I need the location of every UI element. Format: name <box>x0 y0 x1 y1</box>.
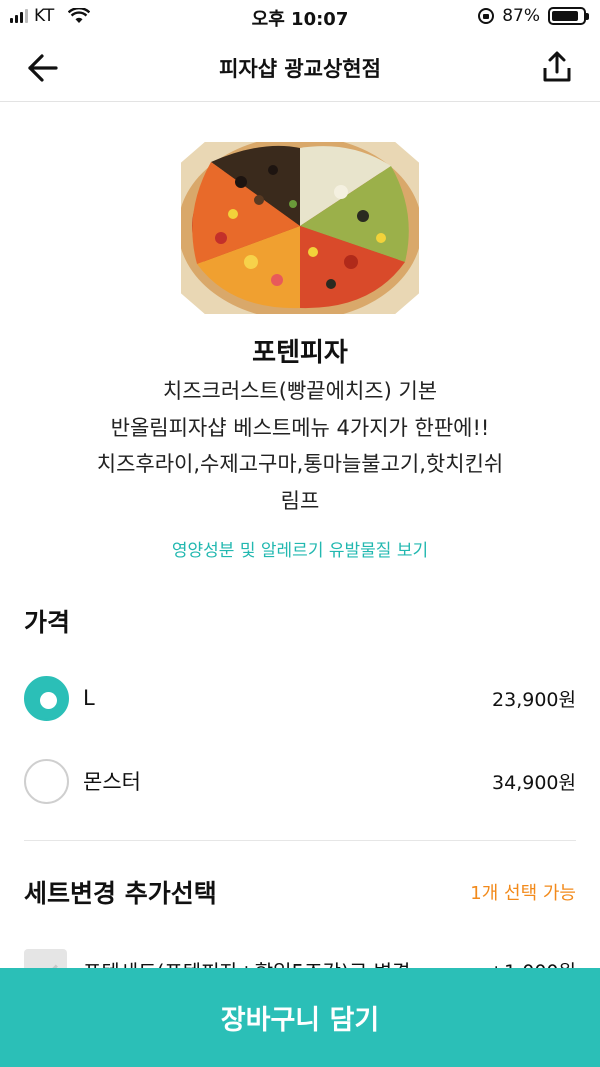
radio-selected[interactable] <box>24 675 69 721</box>
section-divider <box>24 840 576 841</box>
add-to-cart-button[interactable]: 장바구니 담기 <box>0 968 600 1067</box>
option-price: 23,900원 <box>492 688 576 711</box>
product-image <box>181 142 419 314</box>
share-upload-icon[interactable] <box>542 50 572 84</box>
option-label: L <box>83 686 95 710</box>
pizza-image <box>181 142 419 314</box>
description-line: 반올림피자샵 베스트메뉴 4가지가 한판에!! <box>110 415 490 440</box>
description-line: 치즈후라이,수제고구마,통마늘불고기,핫치킨쉬 <box>96 452 504 476</box>
battery-icon <box>548 7 589 25</box>
product-description: 치즈크러스트(빵끝에치즈) 기본 반올림피자샵 베스트메뉴 4가지가 한판에!!… <box>60 373 540 519</box>
status-right: 87% <box>478 6 589 26</box>
description-line: 림프 <box>280 488 320 513</box>
nutrition-allergy-link[interactable]: 영양성분 및 알레르기 유발물질 보기 <box>0 536 600 561</box>
set-section-title: 세트변경 추가선택 <box>24 879 217 908</box>
option-price: 34,900원 <box>492 771 576 794</box>
price-section-title: 가격 <box>24 608 71 637</box>
nav-bar: 피자샵 광교상현점 <box>0 34 600 102</box>
select-limit-hint: 1개 선택 가능 <box>470 883 576 904</box>
rotation-lock-icon <box>478 8 495 24</box>
battery-level <box>552 11 579 21</box>
option-label: 몬스터 <box>83 770 141 794</box>
price-option-l[interactable]: L 23,900원 <box>24 675 576 721</box>
description-line: 치즈크러스트(빵끝에치즈) 기본 <box>162 379 438 403</box>
battery-percent: 87% <box>502 6 540 26</box>
price-option-monster[interactable]: 몬스터 34,900원 <box>24 758 576 804</box>
product-name: 포텐피자 <box>252 338 348 368</box>
page-title: 피자샵 광교상현점 <box>219 57 381 81</box>
status-bar: KT 오후 10:07 87% <box>0 0 600 34</box>
radio-unselected[interactable] <box>24 758 69 804</box>
